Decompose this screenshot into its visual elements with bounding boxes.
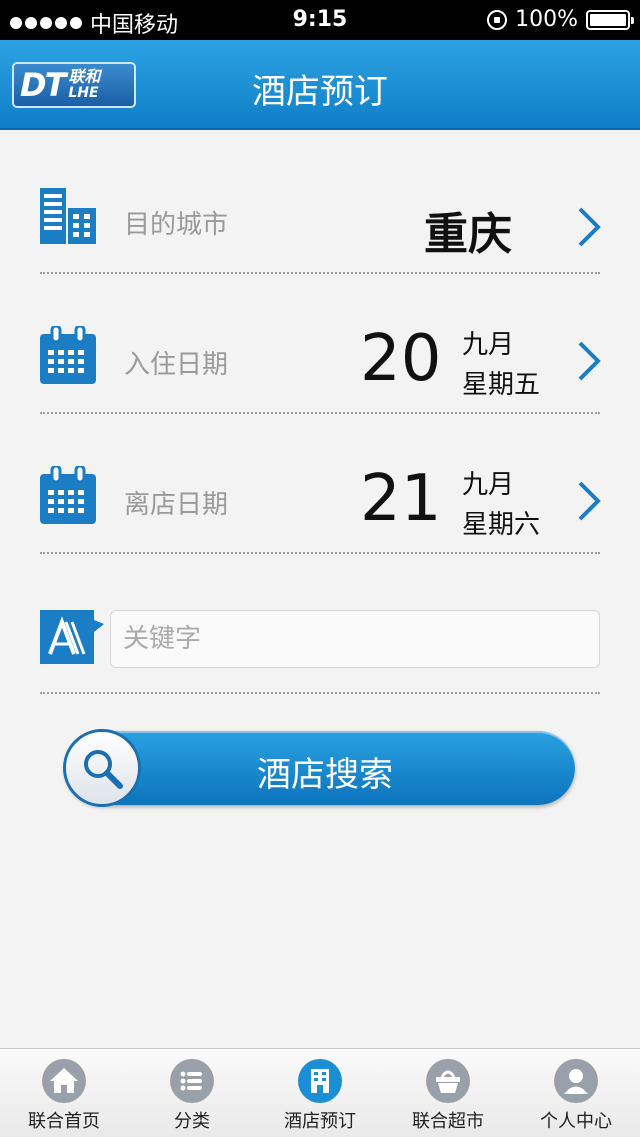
list-icon (170, 1059, 214, 1103)
checkout-month: 九月 (462, 470, 515, 500)
chevron-right-icon (578, 341, 601, 381)
tab-label: 酒店预订 (284, 1111, 356, 1132)
status-bar: 中国移动 9:15 100% (0, 0, 640, 40)
user-icon (554, 1059, 598, 1103)
tab-label: 个人中心 (540, 1111, 612, 1132)
hotel-search-button[interactable]: 酒店搜索 (63, 729, 575, 807)
tab-label: 分类 (174, 1111, 210, 1132)
divider (40, 412, 600, 414)
checkout-day: 21 (360, 462, 442, 536)
chevron-right-icon (578, 207, 601, 247)
battery-percent: 100% (515, 7, 578, 32)
keyword-icon (40, 610, 104, 664)
tab-label: 联合首页 (28, 1111, 100, 1132)
destination-city-row[interactable]: 目的城市 重庆 (40, 180, 601, 270)
building-icon (40, 188, 96, 244)
checkout-date-label: 离店日期 (124, 490, 229, 520)
calendar-icon (40, 466, 96, 524)
nav-header: DT 联和 LHE 酒店预订 (0, 40, 640, 130)
tab-supermarket[interactable]: 联合超市 (384, 1049, 512, 1137)
hotel-search-label: 酒店搜索 (257, 755, 393, 795)
checkin-weekday: 星期五 (462, 370, 541, 400)
keyword-input[interactable]: 关键字 (110, 610, 600, 668)
checkin-date-label: 入住日期 (124, 350, 229, 380)
tab-category[interactable]: 分类 (128, 1049, 256, 1137)
checkout-date-row[interactable]: 离店日期 21 九月 星期六 (40, 458, 601, 548)
divider (40, 692, 600, 694)
tab-hotel-booking[interactable]: 酒店预订 (256, 1049, 384, 1137)
checkin-month: 九月 (462, 330, 515, 360)
tab-label: 联合超市 (412, 1111, 484, 1132)
tab-profile[interactable]: 个人中心 (512, 1049, 640, 1137)
checkin-date-row[interactable]: 入住日期 20 九月 星期五 (40, 318, 601, 408)
checkin-day: 20 (360, 322, 442, 396)
page-title: 酒店预订 (252, 72, 388, 112)
divider (40, 272, 600, 274)
tab-home[interactable]: 联合首页 (0, 1049, 128, 1137)
hotel-icon (298, 1059, 342, 1103)
chevron-right-icon (578, 481, 601, 521)
basket-icon (426, 1059, 470, 1103)
checkout-weekday: 星期六 (462, 510, 541, 540)
divider (40, 552, 600, 554)
calendar-icon (40, 326, 96, 384)
destination-city-label: 目的城市 (124, 210, 229, 240)
destination-city-value: 重庆 (424, 209, 512, 260)
tab-bar: 联合首页 分类 酒店预订 联合超市 个人中心 (0, 1048, 640, 1137)
battery-area: 100% (487, 7, 634, 32)
home-icon (42, 1059, 86, 1103)
battery-icon (586, 9, 634, 30)
rotation-lock-icon (487, 9, 508, 30)
